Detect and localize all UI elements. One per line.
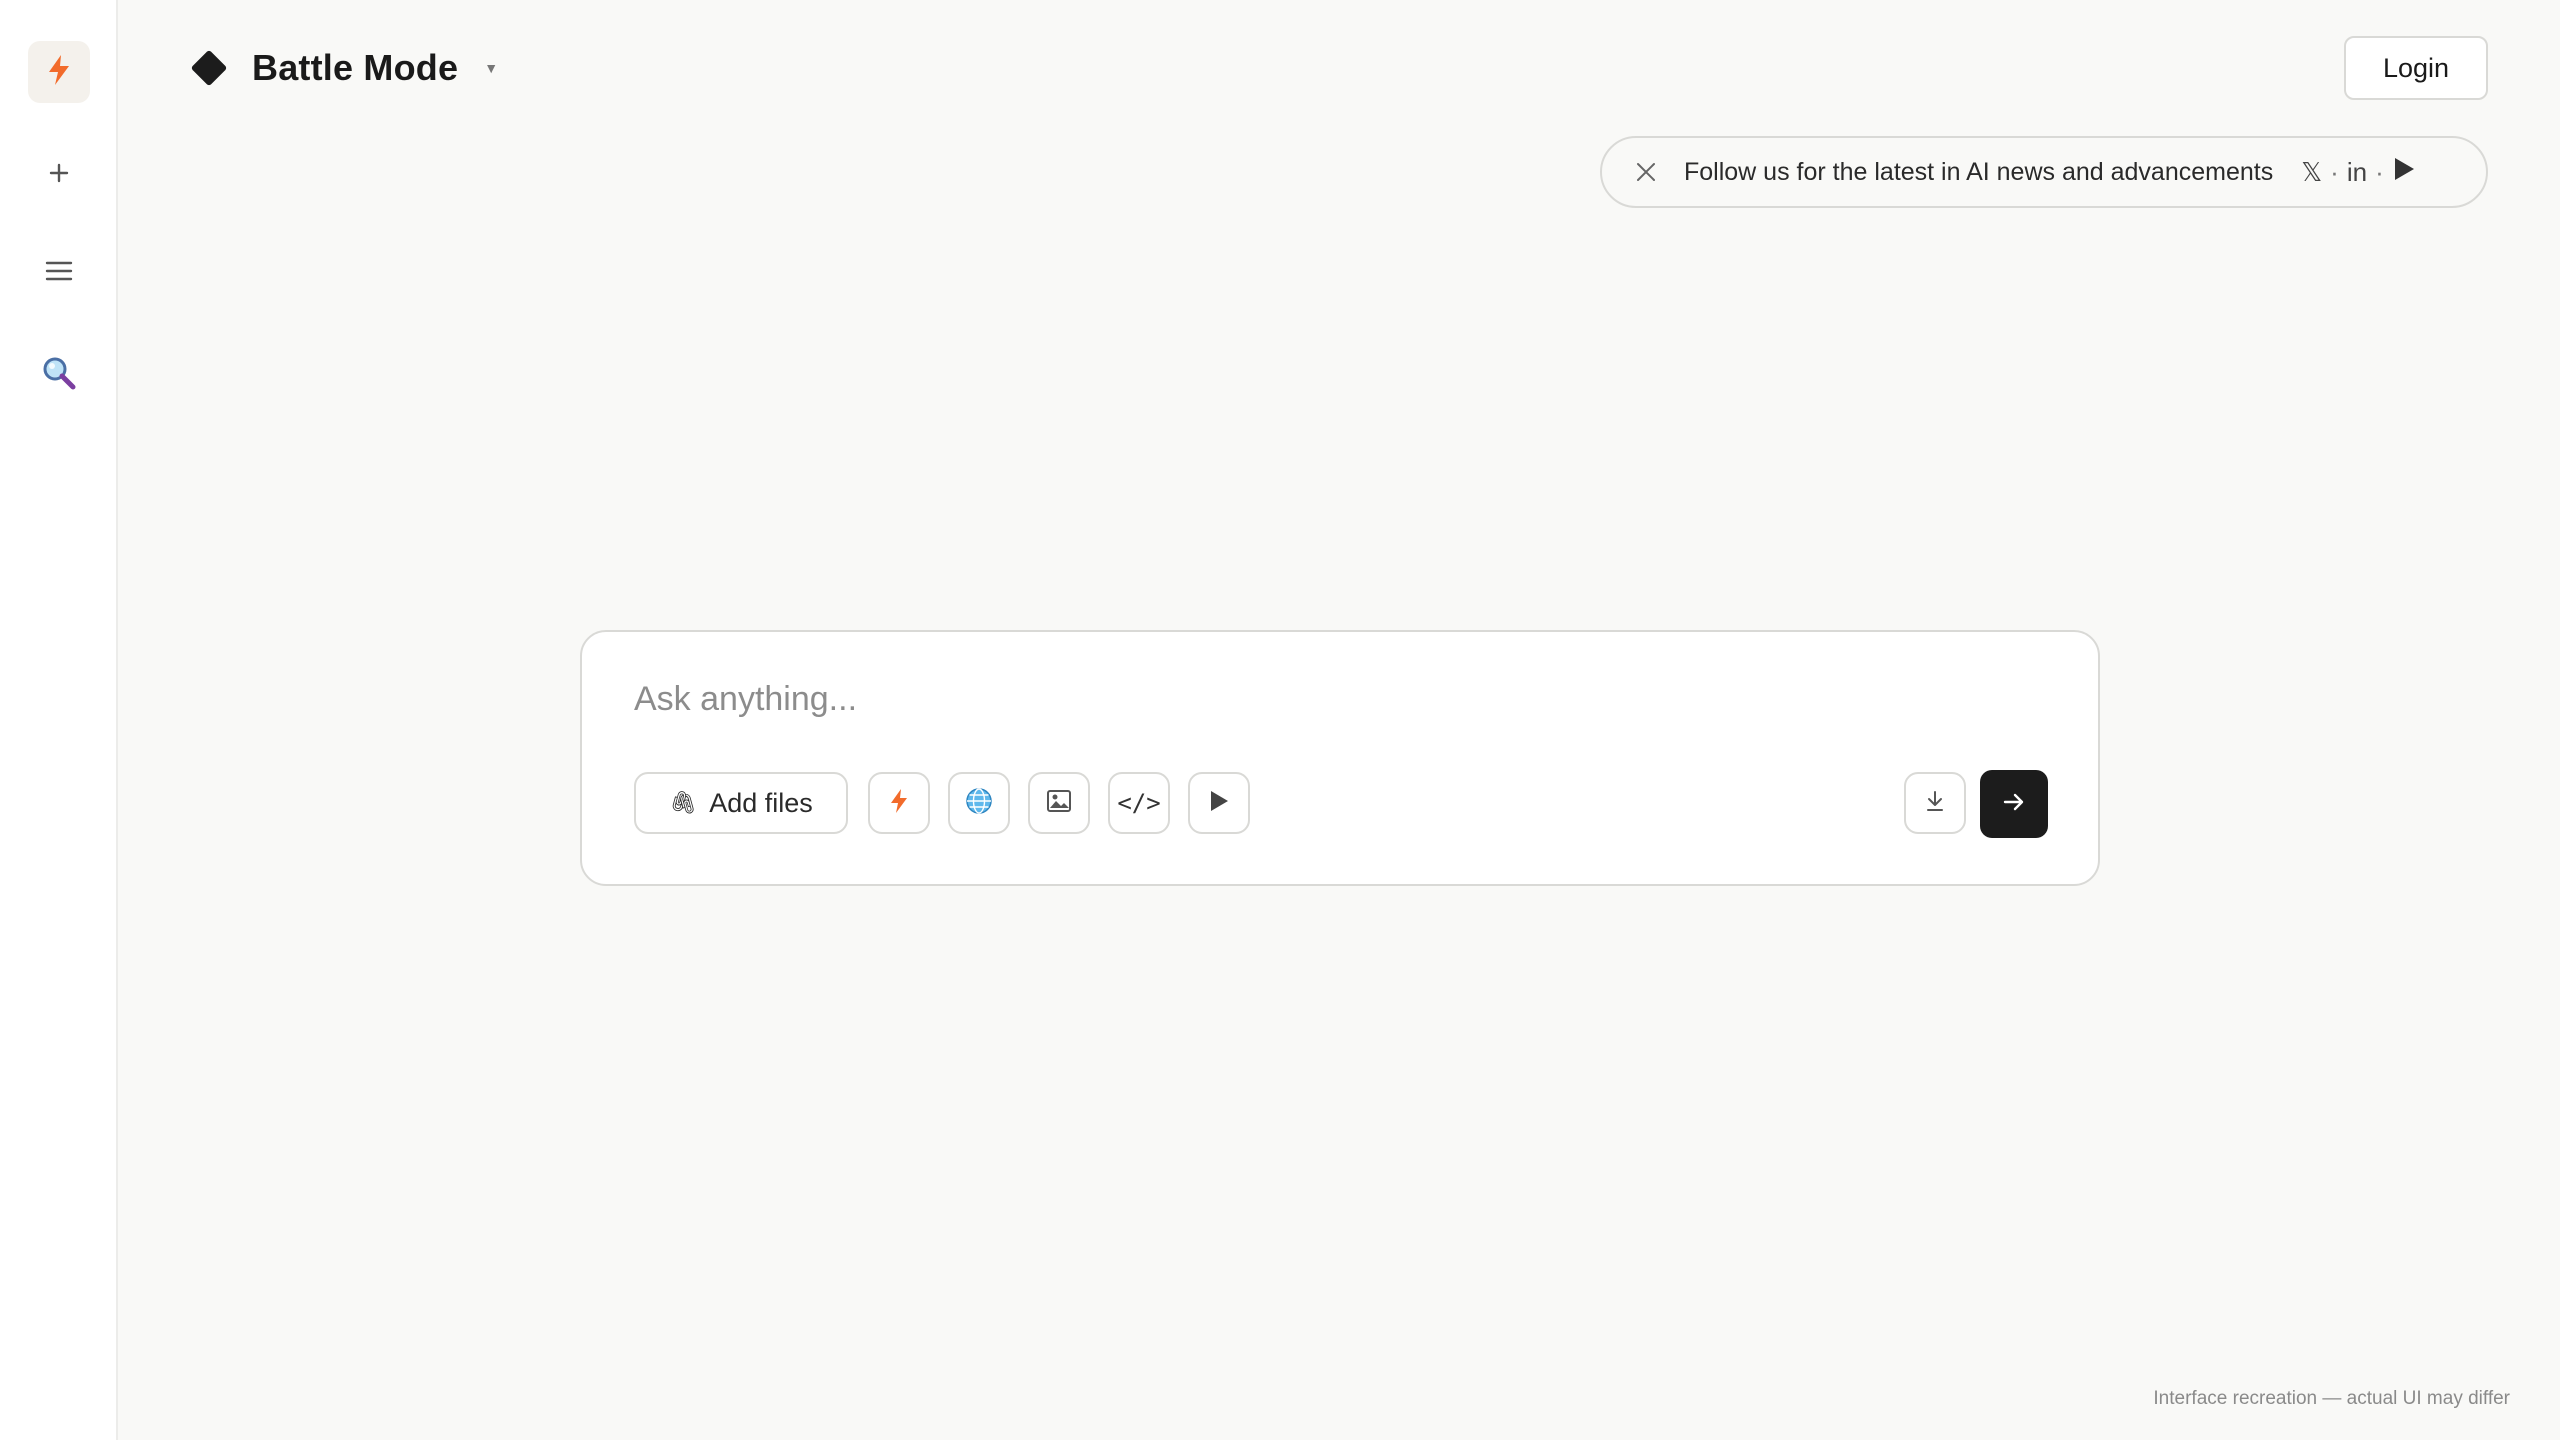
- download-icon: [1924, 789, 1946, 818]
- image-icon: [1046, 789, 1072, 818]
- play-icon: [1208, 789, 1230, 818]
- new-chat-button[interactable]: [28, 144, 90, 206]
- mode-title: Battle Mode: [252, 47, 459, 88]
- x-link[interactable]: 𝕏: [2301, 157, 2322, 188]
- social-links: 𝕏 · in ·: [2301, 156, 2416, 189]
- caret-down-icon: ▼: [484, 60, 499, 76]
- separator: ·: [2375, 156, 2384, 187]
- code-tool-button[interactable]: </>: [1108, 772, 1170, 834]
- add-files-label: Add files: [709, 787, 813, 818]
- add-files-button[interactable]: 🖇 Add files: [634, 772, 848, 834]
- composer: 🖇 Add files </>: [580, 630, 2100, 886]
- plus-icon: [48, 162, 70, 189]
- sidebar: [0, 0, 118, 1440]
- hamburger-menu-icon: [45, 260, 73, 287]
- diamond-icon: [190, 49, 228, 87]
- arrow-right-icon: [2002, 792, 2026, 817]
- bolt-tool-button[interactable]: [868, 772, 930, 834]
- web-search-button[interactable]: [948, 772, 1010, 834]
- send-button[interactable]: [1980, 770, 2048, 838]
- search-button[interactable]: [28, 344, 90, 406]
- download-button[interactable]: [1904, 772, 1966, 834]
- linkedin-link[interactable]: in: [2347, 157, 2367, 188]
- image-tool-button[interactable]: [1028, 772, 1090, 834]
- follow-banner: Follow us for the latest in AI news and …: [1600, 136, 2488, 208]
- play-triangle-icon[interactable]: [2392, 156, 2416, 189]
- paperclip-icon: 🖇: [669, 790, 698, 815]
- globe-icon: [965, 787, 993, 820]
- separator: ·: [2330, 156, 2339, 187]
- mode-selector[interactable]: Battle Mode ▼: [190, 44, 498, 92]
- banner-text: Follow us for the latest in AI news and …: [1684, 157, 2274, 186]
- magnifier-icon: [41, 355, 77, 396]
- ask-input[interactable]: [634, 674, 2014, 724]
- disclaimer-text: Interface recreation — actual UI may dif…: [2153, 1388, 2510, 1409]
- bolt-icon: [889, 788, 909, 819]
- bolt-icon: [46, 54, 72, 91]
- close-icon[interactable]: [1632, 158, 1660, 186]
- play-tool-button[interactable]: [1188, 772, 1250, 834]
- menu-button[interactable]: [28, 242, 90, 304]
- logo-button[interactable]: [28, 41, 90, 103]
- login-button[interactable]: Login: [2344, 36, 2488, 100]
